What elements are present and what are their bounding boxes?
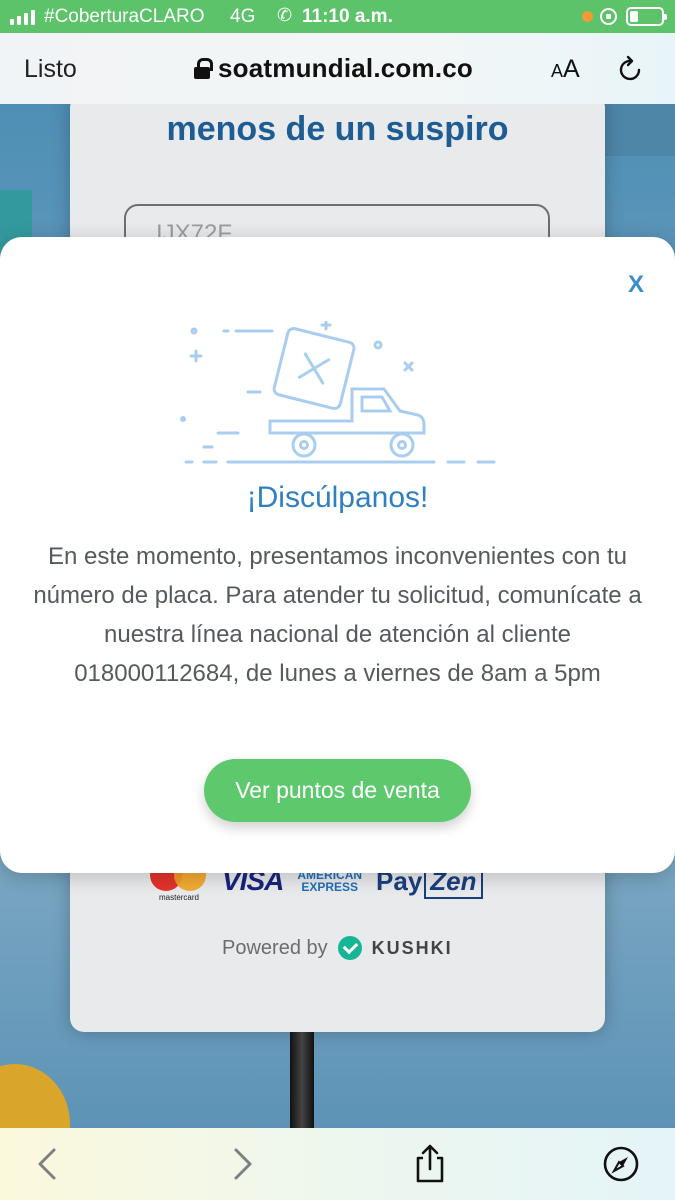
background-decor [0, 1064, 70, 1128]
compass-icon[interactable] [601, 1144, 641, 1184]
done-button[interactable]: Listo [24, 55, 77, 84]
forward-icon[interactable] [222, 1144, 262, 1184]
view-sales-points-button[interactable]: Ver puntos de venta [204, 759, 471, 822]
powered-by-text: Powered by [222, 936, 328, 959]
lock-icon [194, 58, 213, 79]
text-size-large-glyph: A [563, 55, 580, 83]
status-time: 11:10 a.m. [302, 6, 393, 27]
phone-icon: ✆ [277, 5, 293, 25]
back-icon[interactable] [28, 1144, 68, 1184]
background-decor [605, 104, 675, 156]
background-heading: menos de un suspiro [166, 110, 509, 148]
status-bar: #CoberturaCLARO 4G ✆ 11:10 a.m. [0, 0, 675, 33]
share-icon[interactable] [410, 1144, 450, 1184]
amex-line2: EXPRESS [301, 880, 359, 894]
kushki-icon [337, 936, 362, 960]
modal-title: ¡Discúlpanos! [246, 481, 429, 514]
battery-icon [626, 7, 667, 26]
mastercard-text: mastercard [158, 893, 199, 902]
background-decor [290, 1032, 314, 1128]
kushki-text: KUSHKI [371, 937, 453, 958]
browser-toolbar [0, 1128, 675, 1200]
error-modal: X ¡Discúlpanos! En este momento, present… [0, 237, 675, 873]
close-button[interactable]: X [628, 271, 644, 299]
reload-icon[interactable] [617, 55, 645, 83]
text-size-small-glyph: A [551, 61, 564, 81]
carrier-name: #CoberturaCLARO [44, 6, 205, 27]
text-size-button[interactable]: AA [551, 55, 580, 84]
truck-icon [180, 321, 496, 464]
url-text: soatmundial.com.co [218, 53, 473, 83]
browser-address-bar: Listo soatmundial.com.co AA [0, 33, 675, 104]
signal-icon [10, 9, 35, 25]
recording-dot-icon [582, 11, 593, 22]
modal-message: En este momento, presentamos inconvenien… [33, 543, 642, 687]
network-type: 4G [230, 6, 256, 27]
powered-by: Powered by KUSHKI [222, 936, 453, 960]
url-field[interactable]: soatmundial.com.co [194, 53, 473, 84]
rotation-lock-icon [600, 8, 617, 25]
